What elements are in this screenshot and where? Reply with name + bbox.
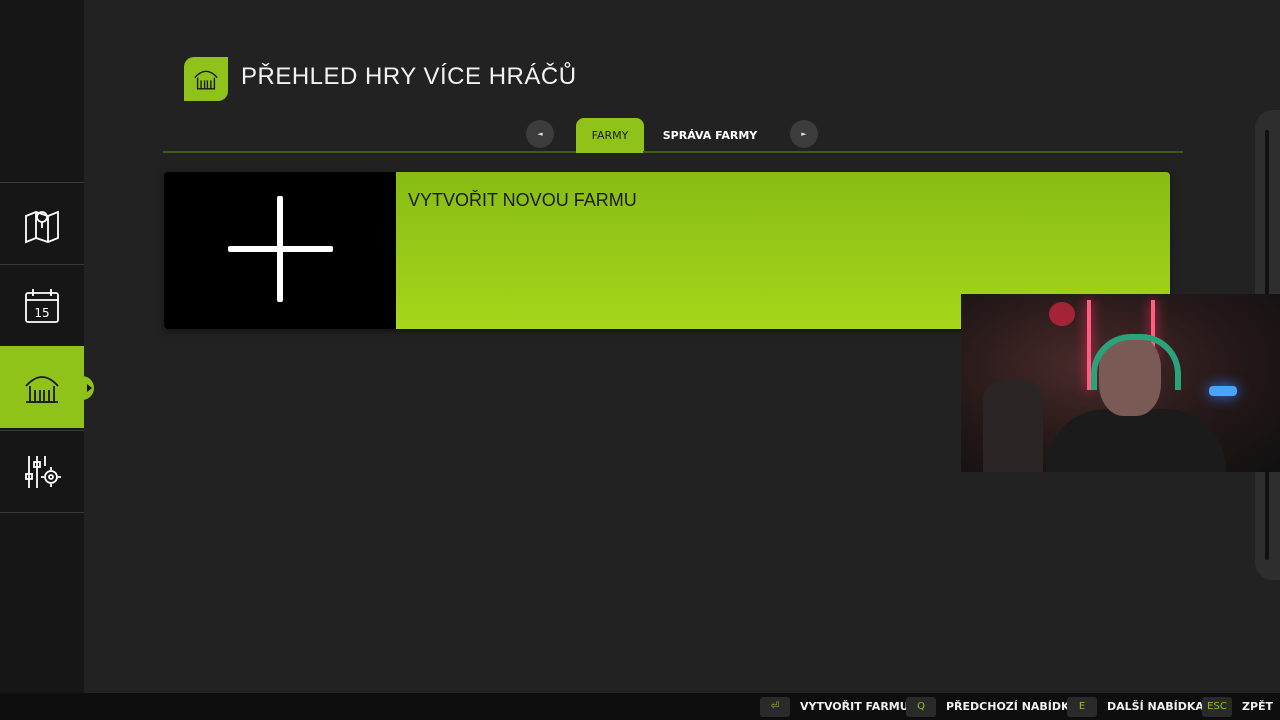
hint-label: DALŠÍ NABÍDKA — [1107, 700, 1204, 713]
sidebar-item-calendar[interactable]: 15 — [0, 264, 84, 346]
key-q: Q — [906, 696, 936, 717]
farm-thumbnail — [164, 172, 396, 329]
hint-previous-menu[interactable]: Q PŘEDCHOZÍ NABÍDKA — [906, 693, 1078, 720]
chevron-right-icon: ► — [801, 130, 807, 138]
tab-farms[interactable]: FARMY — [576, 118, 644, 152]
sidebar-item-farms[interactable] — [0, 346, 94, 428]
svg-text:15: 15 — [34, 306, 49, 320]
hint-next-menu[interactable]: E DALŠÍ NABÍDKA — [1067, 693, 1204, 720]
active-indicator — [87, 383, 92, 392]
wall-decor — [1049, 302, 1075, 326]
tab-next-button[interactable]: ► — [790, 120, 818, 148]
bottom-hint-bar: ⏎ VYTVOŘIT FARMU Q PŘEDCHOZÍ NABÍDKA E D… — [0, 693, 1280, 720]
chair — [983, 380, 1043, 472]
map-icon — [25, 210, 59, 243]
sidebar: 15 — [0, 0, 94, 693]
chevron-left-icon: ◄ — [537, 130, 543, 138]
settings-sliders-icon — [25, 455, 61, 488]
page-title: PŘEHLED HRY VÍCE HRÁČŮ — [241, 63, 577, 90]
plus-icon-horizontal — [228, 246, 333, 252]
key-esc: ESC — [1202, 696, 1232, 717]
tab-farm-management[interactable]: SPRÁVA FARMY — [656, 118, 764, 152]
sidebar-item-settings[interactable] — [0, 430, 84, 512]
tab-underline — [163, 151, 1183, 153]
key-e: E — [1067, 696, 1097, 717]
tab-prev-button[interactable]: ◄ — [526, 120, 554, 148]
webcam-overlay — [961, 294, 1280, 472]
blue-light — [1209, 386, 1237, 396]
enter-key-icon: ⏎ — [760, 696, 790, 717]
hint-label: VYTVOŘIT FARMU — [800, 700, 909, 713]
hint-back[interactable]: ESC ZPĚT — [1202, 693, 1273, 720]
sidebar-item-map[interactable] — [0, 182, 84, 264]
headset — [1091, 334, 1181, 390]
farm-icon — [194, 70, 218, 90]
farm-card-label: VYTVOŘIT NOVOU FARMU — [408, 190, 637, 210]
person-torso — [1046, 409, 1226, 472]
farm-icon — [25, 375, 59, 403]
sidebar-divider — [0, 512, 84, 513]
hint-label: ZPĚT — [1242, 700, 1274, 713]
calendar-icon: 15 — [25, 288, 59, 323]
hint-create-farm[interactable]: ⏎ VYTVOŘIT FARMU — [760, 693, 909, 720]
header-farm-icon — [184, 57, 228, 101]
hint-label: PŘEDCHOZÍ NABÍDKA — [946, 700, 1079, 713]
